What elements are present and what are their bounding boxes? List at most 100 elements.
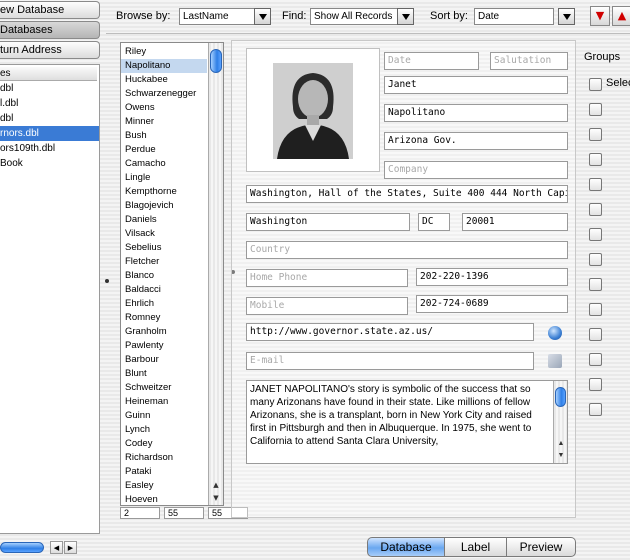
group-checkbox[interactable] (589, 178, 602, 191)
home-phone-field[interactable]: 202-220-1396 (416, 268, 568, 286)
sort-by-popup[interactable]: Date (474, 8, 554, 25)
salutation-field[interactable]: Salutation (490, 52, 568, 70)
company-field[interactable]: Company (384, 161, 568, 179)
find-dropdown-icon[interactable] (397, 8, 414, 25)
email-field[interactable]: E-mail (246, 352, 534, 370)
city-field[interactable]: Washington (246, 213, 410, 231)
database-item[interactable]: dbl (0, 81, 99, 96)
name-list-item[interactable]: Easley (121, 479, 207, 493)
sort-ascending-icon[interactable]: ▲ (612, 6, 630, 26)
title-field[interactable]: Arizona Gov. (384, 132, 568, 150)
name-list-item[interactable]: Lynch (121, 423, 207, 437)
name-list-item[interactable]: Owens (121, 101, 207, 115)
group-checkbox[interactable] (589, 128, 602, 141)
zip-field[interactable]: 20001 (462, 213, 568, 231)
scroll-thumb[interactable] (0, 542, 44, 553)
name-list-item[interactable]: Pataki (121, 465, 207, 479)
group-checkbox[interactable] (589, 403, 602, 416)
open-url-globe-icon[interactable] (548, 326, 562, 340)
tab-database[interactable]: Database (367, 537, 445, 557)
name-list-item[interactable]: Pawlenty (121, 339, 207, 353)
notes-scrollbar[interactable]: ▲ ▼ (553, 381, 567, 463)
name-list-item-selected[interactable]: Napolitano (121, 59, 207, 73)
mobile-field[interactable]: 202-724-0689 (416, 295, 568, 313)
group-checkbox[interactable] (589, 203, 602, 216)
group-checkbox[interactable] (589, 303, 602, 316)
sort-descending-icon[interactable]: ▼ (590, 6, 610, 26)
name-list-item[interactable]: Minner (121, 115, 207, 129)
name-list-item[interactable]: Codey (121, 437, 207, 451)
send-email-icon[interactable] (548, 354, 562, 368)
address-field[interactable]: Washington, Hall of the States, Suite 40… (246, 185, 568, 203)
mobile-label-field[interactable]: Mobile (246, 297, 408, 315)
name-list-item[interactable]: Blanco (121, 269, 207, 283)
scroll-down-arrow-icon[interactable]: ▼ (555, 450, 567, 462)
home-phone-label-field[interactable]: Home Phone (246, 269, 408, 287)
state-field[interactable]: DC (418, 213, 450, 231)
scroll-left-arrow-icon[interactable]: ◀ (50, 541, 63, 554)
name-list-item[interactable]: Hoeven (121, 493, 207, 507)
group-checkbox[interactable] (589, 328, 602, 341)
database-item[interactable]: Book (0, 156, 99, 171)
name-list-item[interactable]: Camacho (121, 157, 207, 171)
scroll-thumb[interactable] (555, 387, 566, 407)
name-list-item[interactable]: Perdue (121, 143, 207, 157)
country-field[interactable]: Country (246, 241, 568, 259)
database-item-selected[interactable]: rnors.dbl (0, 126, 99, 141)
group-checkbox[interactable] (589, 228, 602, 241)
group-checkbox[interactable] (589, 378, 602, 391)
name-list-item[interactable]: Huckabee (121, 73, 207, 87)
name-list-item[interactable]: Fletcher (121, 255, 207, 269)
url-field[interactable]: http://www.governor.state.az.us/ (246, 323, 534, 341)
notes-textarea[interactable]: JANET NAPOLITANO's story is symbolic of … (246, 380, 568, 464)
name-list-item[interactable]: Blagojevich (121, 199, 207, 213)
name-list-item[interactable]: Granholm (121, 325, 207, 339)
tab-label[interactable]: Label (444, 537, 507, 557)
group-checkbox[interactable] (589, 153, 602, 166)
name-list-item[interactable]: Bush (121, 129, 207, 143)
name-list-item[interactable]: Heineman (121, 395, 207, 409)
drawer-horizontal-scrollbar[interactable]: ◀ ▶ (0, 539, 100, 555)
group-checkbox[interactable] (589, 78, 602, 91)
group-checkbox[interactable] (589, 353, 602, 366)
name-list-item[interactable]: Blunt (121, 367, 207, 381)
name-list-item[interactable]: Kempthorne (121, 185, 207, 199)
name-list-item[interactable]: Ehrlich (121, 297, 207, 311)
databases-button[interactable]: Databases (0, 21, 100, 39)
contact-photo[interactable] (246, 48, 380, 172)
name-list-item[interactable]: Schweitzer (121, 381, 207, 395)
name-list-item[interactable]: Romney (121, 311, 207, 325)
database-list-header[interactable]: es (0, 67, 97, 81)
group-checkbox[interactable] (589, 103, 602, 116)
name-list-item[interactable]: Barbour (121, 353, 207, 367)
group-checkbox[interactable] (589, 253, 602, 266)
name-list-item[interactable]: Schwarzenegger (121, 87, 207, 101)
name-list-scrollbar[interactable]: ▲ ▼ (208, 43, 223, 505)
name-list-item[interactable]: Riley (121, 45, 207, 59)
name-list-item[interactable]: Daniels (121, 213, 207, 227)
group-checkbox[interactable] (589, 278, 602, 291)
database-item[interactable]: dbl (0, 111, 99, 126)
scroll-thumb[interactable] (210, 49, 222, 73)
name-list-item[interactable]: Sebelius (121, 241, 207, 255)
database-item[interactable]: ors109th.dbl (0, 141, 99, 156)
tab-preview[interactable]: Preview (506, 537, 576, 557)
name-list-item[interactable]: Lingle (121, 171, 207, 185)
last-name-field[interactable]: Napolitano (384, 104, 568, 122)
first-name-field[interactable]: Janet (384, 76, 568, 94)
scroll-right-arrow-icon[interactable]: ▶ (64, 541, 77, 554)
scroll-up-arrow-icon[interactable]: ▲ (210, 479, 222, 491)
date-field[interactable]: Date (384, 52, 479, 70)
name-list-item[interactable]: Guinn (121, 409, 207, 423)
find-popup[interactable]: Show All Records (310, 8, 398, 25)
scroll-up-arrow-icon[interactable]: ▲ (555, 438, 567, 450)
name-list-item[interactable]: Richardson (121, 451, 207, 465)
sort-by-dropdown-icon[interactable] (558, 8, 575, 25)
browse-by-popup[interactable]: LastName (179, 8, 255, 25)
new-database-button[interactable]: ew Database (0, 1, 100, 19)
browse-by-dropdown-icon[interactable] (254, 8, 271, 25)
name-list-item[interactable]: Vilsack (121, 227, 207, 241)
return-address-button[interactable]: turn Address (0, 41, 100, 59)
name-list-item[interactable]: Baldacci (121, 283, 207, 297)
scroll-down-arrow-icon[interactable]: ▼ (210, 492, 222, 504)
